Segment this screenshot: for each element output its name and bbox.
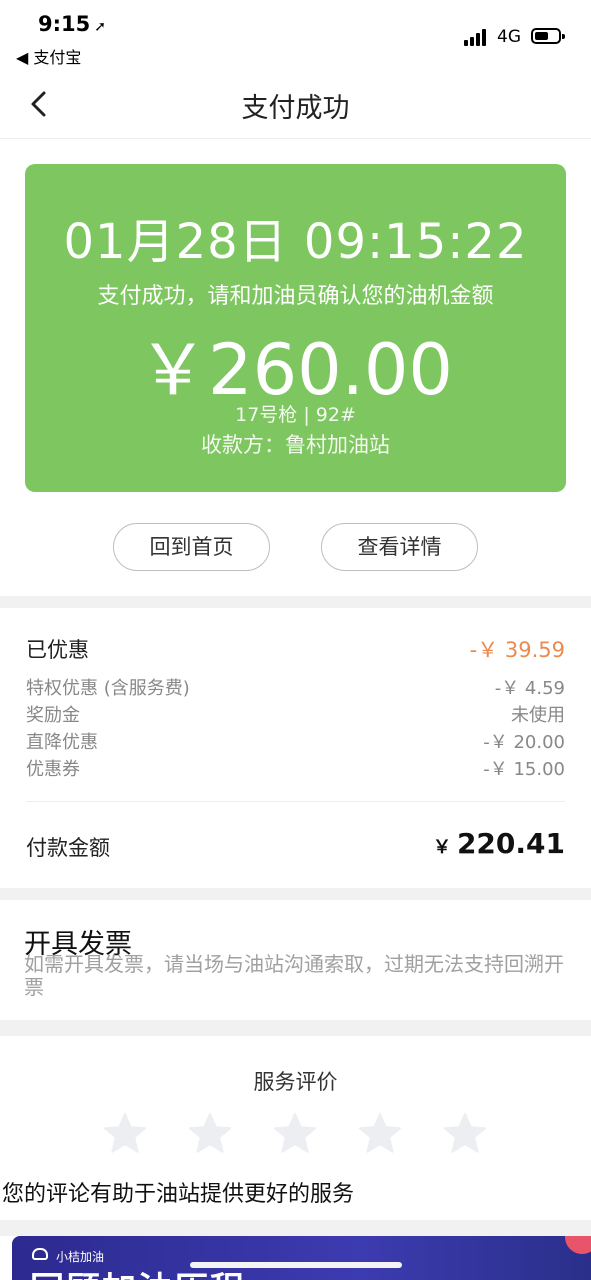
time-text: 9:15 [38,12,91,36]
payee-info: 收款方：鲁村加油站 [201,433,390,457]
back-to-app-link[interactable]: ◀ 支付宝 [16,44,81,68]
star-icon[interactable] [442,1110,488,1156]
payment-amount-label: 付款金额 [26,836,110,860]
star-icon[interactable] [102,1110,148,1156]
payment-result-card: 01月28日 09:15:22 支付成功，请和加油员确认您的油机金额 ￥260.… [25,164,566,492]
discount-row-label: 优惠券 [26,759,80,780]
section-divider [0,596,591,608]
discount-row-label: 直降优惠 [26,732,98,753]
page-title: 支付成功 [241,93,350,124]
discount-total: -￥ 39.59 [469,638,565,662]
invoice-description: 如需开具发票，请当场与油站沟通索取，过期无法支持回溯开票 [24,952,564,999]
location-arrow-icon: ➚ [94,19,106,35]
star-icon[interactable] [272,1110,318,1156]
rating-note: 您的评论有助于油站提供更好的服务 [2,1182,355,1207]
section-divider [0,1220,591,1236]
discount-row-value: -￥ 15.00 [483,759,565,780]
status-bar: 9:15 ➚ ◀ 支付宝 4G [0,0,591,70]
car-icon [32,1248,48,1260]
payment-amount-value: ￥ 220.41 [433,827,565,860]
discount-row-label: 奖励金 [26,705,80,726]
discount-title: 已优惠 [26,638,89,662]
view-details-button[interactable]: 查看详情 [321,523,478,571]
banner-decoration [565,1236,591,1254]
discount-row-value: -￥ 20.00 [483,732,565,753]
divider-line [26,801,565,802]
battery-icon [531,28,565,44]
nav-bar: 支付成功 [0,70,591,139]
payment-message: 支付成功，请和加油员确认您的油机金额 [97,284,494,309]
promo-banner[interactable]: 小桔加油 回顾加油历程 [12,1236,591,1280]
rating-title: 服务评价 [253,1070,338,1094]
home-button[interactable]: 回到首页 [113,523,270,571]
star-icon[interactable] [357,1110,403,1156]
home-indicator [190,1262,402,1268]
paid-amount: 220.41 [456,827,565,860]
pump-info: 17号枪 | 92# [235,404,356,426]
star-icon[interactable] [187,1110,233,1156]
signal-icon [464,28,490,46]
discount-row-value: 未使用 [511,705,565,726]
discount-row-value: -￥ 4.59 [494,678,565,699]
section-divider [0,888,591,900]
payment-datetime: 01月28日 09:15:22 [63,214,528,270]
discount-row-label: 特权优惠 (含服务费) [26,678,190,699]
status-time: 9:15 ➚ [38,12,106,36]
section-divider [0,1020,591,1036]
network-type: 4G [497,27,521,47]
currency-symbol: ￥ [432,837,451,858]
